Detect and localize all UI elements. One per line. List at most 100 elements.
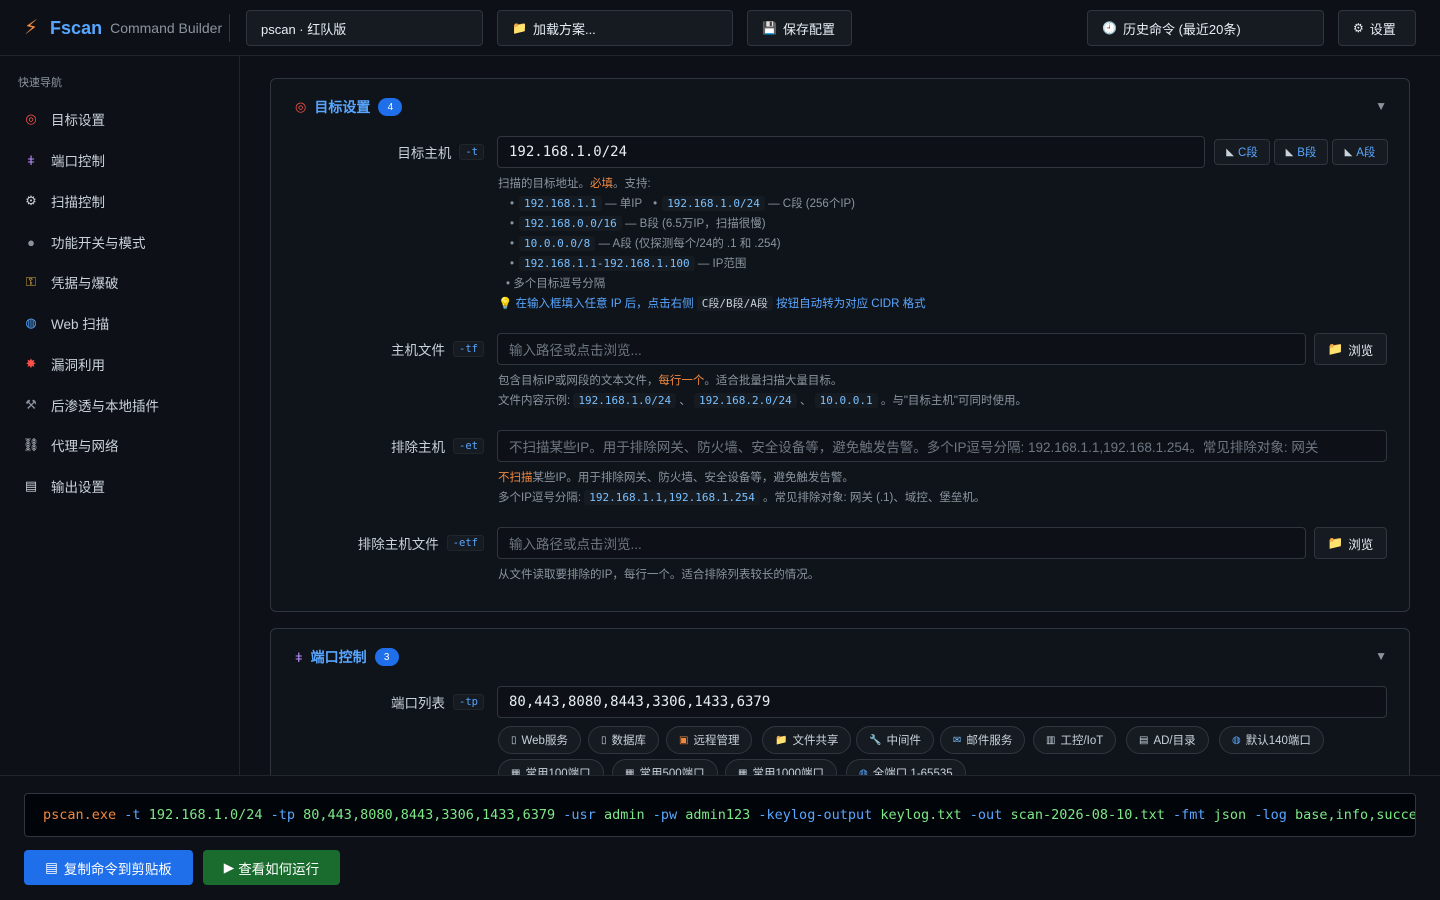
field-label: 端口列表	[391, 696, 446, 711]
sidebar-item-web-scan[interactable]: ◍ Web 扫描	[18, 308, 228, 338]
sidebar-item-scan-control[interactable]: ⚙ 扫描控制	[18, 186, 228, 216]
exclude-file-browse-button[interactable]: 📁 浏览	[1314, 527, 1387, 559]
sidebar-item-label: 输出设置	[51, 480, 105, 495]
tip-text: 按钮自动转为对应 CIDR 格式	[776, 298, 926, 310]
exclude-host-input[interactable]: 不扫描某些IP。用于排除网关、防火墙、安全设备等，避免触发告警。多个IP逗号分隔…	[497, 430, 1387, 462]
help-line: 文件内容示例: 192.168.1.0/24 、 192.168.2.0/24 …	[498, 391, 1027, 411]
button-label: 浏览	[1348, 343, 1374, 358]
port-list-input[interactable]: 80,443,8080,8443,3306,1433,6379	[497, 686, 1387, 718]
brand: ⚡ Fscan Command Builder	[24, 16, 222, 40]
example-desc: — IP范围	[697, 258, 747, 270]
preset-ics-chip[interactable]: ▥ 工控/IoT	[1033, 726, 1117, 754]
preset-default140-chip[interactable]: ◍ 默认140端口	[1219, 726, 1324, 754]
preset-web-chip[interactable]: ▯ Web服务	[498, 726, 581, 754]
exclude-file-label: 排除主机文件 -etf	[358, 527, 484, 559]
port-panel-header[interactable]: ǂ 端口控制 3	[295, 645, 399, 669]
header-divider	[229, 14, 230, 42]
app-subtitle: Command Builder	[110, 20, 223, 36]
sidebar-item-exploit[interactable]: ✸ 漏洞利用	[18, 349, 228, 379]
link-icon: ⛓	[22, 437, 40, 452]
help-line: • 10.0.0.0/8 — A段 (仅探测每个/24的 .1 和 .254)	[510, 236, 781, 251]
profile-select[interactable]: pscan · 红队版	[246, 10, 483, 46]
preset-fileshare-chip[interactable]: 📁 文件共享	[762, 726, 852, 754]
collapse-caret-icon[interactable]: ▼	[1375, 649, 1387, 663]
gear-icon: ⚙	[25, 193, 37, 208]
cmd-flag: -usr	[563, 807, 596, 823]
sidebar-item-features[interactable]: ● 功能开关与模式	[18, 227, 228, 257]
sidebar-item-post-exploit[interactable]: ⚒ 后渗透与本地插件	[18, 390, 228, 420]
radio-icon: ●	[27, 234, 35, 250]
cmd-value: 80,443,8080,8443,3306,1433,6379	[303, 807, 556, 823]
example-desc: — 单IP	[605, 198, 642, 210]
example-code: 192.168.1.0/24	[573, 393, 677, 408]
sidebar-item-ports[interactable]: ǂ 端口控制	[18, 145, 228, 175]
chip-label: 文件共享	[792, 735, 839, 747]
history-select[interactable]: 🕘 历史命令 (最近20条)	[1087, 10, 1324, 46]
profile-name: pscan · 红队版	[261, 21, 347, 37]
cmd-value: admin123	[685, 807, 751, 823]
copy-command-button[interactable]: ▤ 复制命令到剪贴板	[24, 850, 193, 885]
help-line: • 多个目标逗号分隔	[506, 278, 606, 290]
save-config-button[interactable]: 💾 保存配置	[747, 10, 852, 46]
tip-line: 💡 在输入框填入任意 IP 后，点击右侧 C段/B段/A段 按钮自动转为对应 C…	[498, 294, 926, 314]
target-panel-header[interactable]: ◎ 目标设置 4	[295, 95, 403, 119]
b-segment-button[interactable]: ◣ B段	[1274, 139, 1328, 165]
input-placeholder: 输入路径或点击浏览...	[509, 537, 642, 552]
cmd-flag: -fmt	[1173, 807, 1206, 823]
tip-code: C段/B段/A段	[696, 296, 773, 311]
gear-icon: ⚙	[1353, 21, 1364, 35]
sidebar-item-credentials[interactable]: ⚿ 凭据与爆破	[18, 267, 228, 297]
load-scheme-button[interactable]: 📁 加载方案...	[497, 10, 733, 46]
chip-label: 中间件	[886, 735, 921, 747]
settings-label: 设置	[1369, 21, 1396, 37]
help-line: 扫描的目标地址。必填。支持:	[498, 174, 926, 194]
help-text: 多个IP逗号分隔:	[498, 492, 582, 504]
mail-icon: ✉	[953, 734, 962, 746]
preset-ad-chip[interactable]: ▤ AD/目录	[1126, 726, 1209, 754]
help-line: • 192.168.1.1 — 单IP • 192.168.1.0/24 — C段 …	[510, 196, 856, 211]
port-list-label: 端口列表 -tp	[391, 686, 484, 718]
a-segment-button[interactable]: ◣ A段	[1332, 139, 1388, 165]
example-code: 192.168.2.0/24	[694, 393, 797, 408]
how-to-run-button[interactable]: ▶ 查看如何运行	[203, 850, 340, 885]
sidebar-item-proxy[interactable]: ⛓ 代理与网络	[18, 430, 228, 460]
preset-middleware-chip[interactable]: 🔧 中间件	[856, 726, 934, 754]
cmd-exe: pscan.exe	[43, 807, 117, 823]
sidebar-item-label: 代理与网络	[51, 439, 119, 454]
preset-mail-chip[interactable]: ✉ 邮件服务	[940, 726, 1026, 754]
example-desc: 多个目标逗号分隔	[513, 278, 606, 290]
host-file-browse-button[interactable]: 📁 浏览	[1314, 333, 1387, 365]
sidebar-item-target[interactable]: ◎ 目标设置	[18, 104, 228, 134]
tools-icon: ⚒	[25, 397, 37, 412]
settings-button[interactable]: ⚙ 设置	[1338, 10, 1416, 46]
exclude-file-input[interactable]: 输入路径或点击浏览...	[497, 527, 1306, 559]
flag-badge: -etf	[446, 535, 484, 551]
preset-database-chip[interactable]: ▯ 数据库	[588, 726, 660, 754]
sidebar-item-label: 漏洞利用	[51, 358, 105, 373]
command-preview[interactable]: pscan.exe -t 192.168.1.0/24 -tp 80,443,8…	[24, 793, 1416, 837]
history-label: 历史命令 (最近20条)	[1122, 21, 1241, 37]
ruler-icon: ◣	[1344, 146, 1353, 158]
host-file-input[interactable]: 输入路径或点击浏览...	[497, 333, 1306, 365]
example-code: 192.168.0.0/16	[519, 216, 622, 231]
sidebar: 快速导航 ◎ 目标设置 ǂ 端口控制 ⚙ 扫描控制 ● 功能开关与模式 ⚿ 凭据…	[0, 56, 240, 775]
host-file-help: 包含目标IP或网段的文本文件，每行一个。适合批量扫描大量目标。 文件内容示例: …	[498, 371, 1027, 411]
target-host-input[interactable]: 192.168.1.0/24	[497, 136, 1205, 168]
example-code: 192.168.1.1,192.168.1.254	[584, 490, 760, 505]
sidebar-item-output[interactable]: ▤ 输出设置	[18, 471, 228, 501]
exclude-file-help: 从文件读取要排除的IP，每行一个。适合排除列表较长的情况。	[498, 565, 819, 585]
app-name: Fscan	[50, 17, 103, 38]
command-bar: pscan.exe -t 192.168.1.0/24 -tp 80,443,8…	[0, 775, 1440, 900]
target-host-label: 目标主机 -t	[397, 136, 484, 168]
c-segment-button[interactable]: ◣ C段	[1214, 139, 1270, 165]
bolt-icon: ⚡	[24, 17, 39, 39]
field-label: 排除主机	[391, 440, 446, 455]
example-code: 192.168.1.1-192.168.1.100	[519, 256, 695, 271]
help-line: • 192.168.0.0/16 — B段 (6.5万IP，扫描很慢)	[510, 216, 766, 231]
plug-icon: ǂ	[295, 649, 303, 665]
preset-remote-chip[interactable]: ▣ 远程管理	[666, 726, 753, 754]
collapse-caret-icon[interactable]: ▼	[1375, 99, 1387, 113]
input-placeholder: 输入路径或点击浏览...	[509, 343, 642, 358]
chip-label: 远程管理	[693, 735, 740, 747]
document-icon: ▤	[24, 478, 38, 493]
